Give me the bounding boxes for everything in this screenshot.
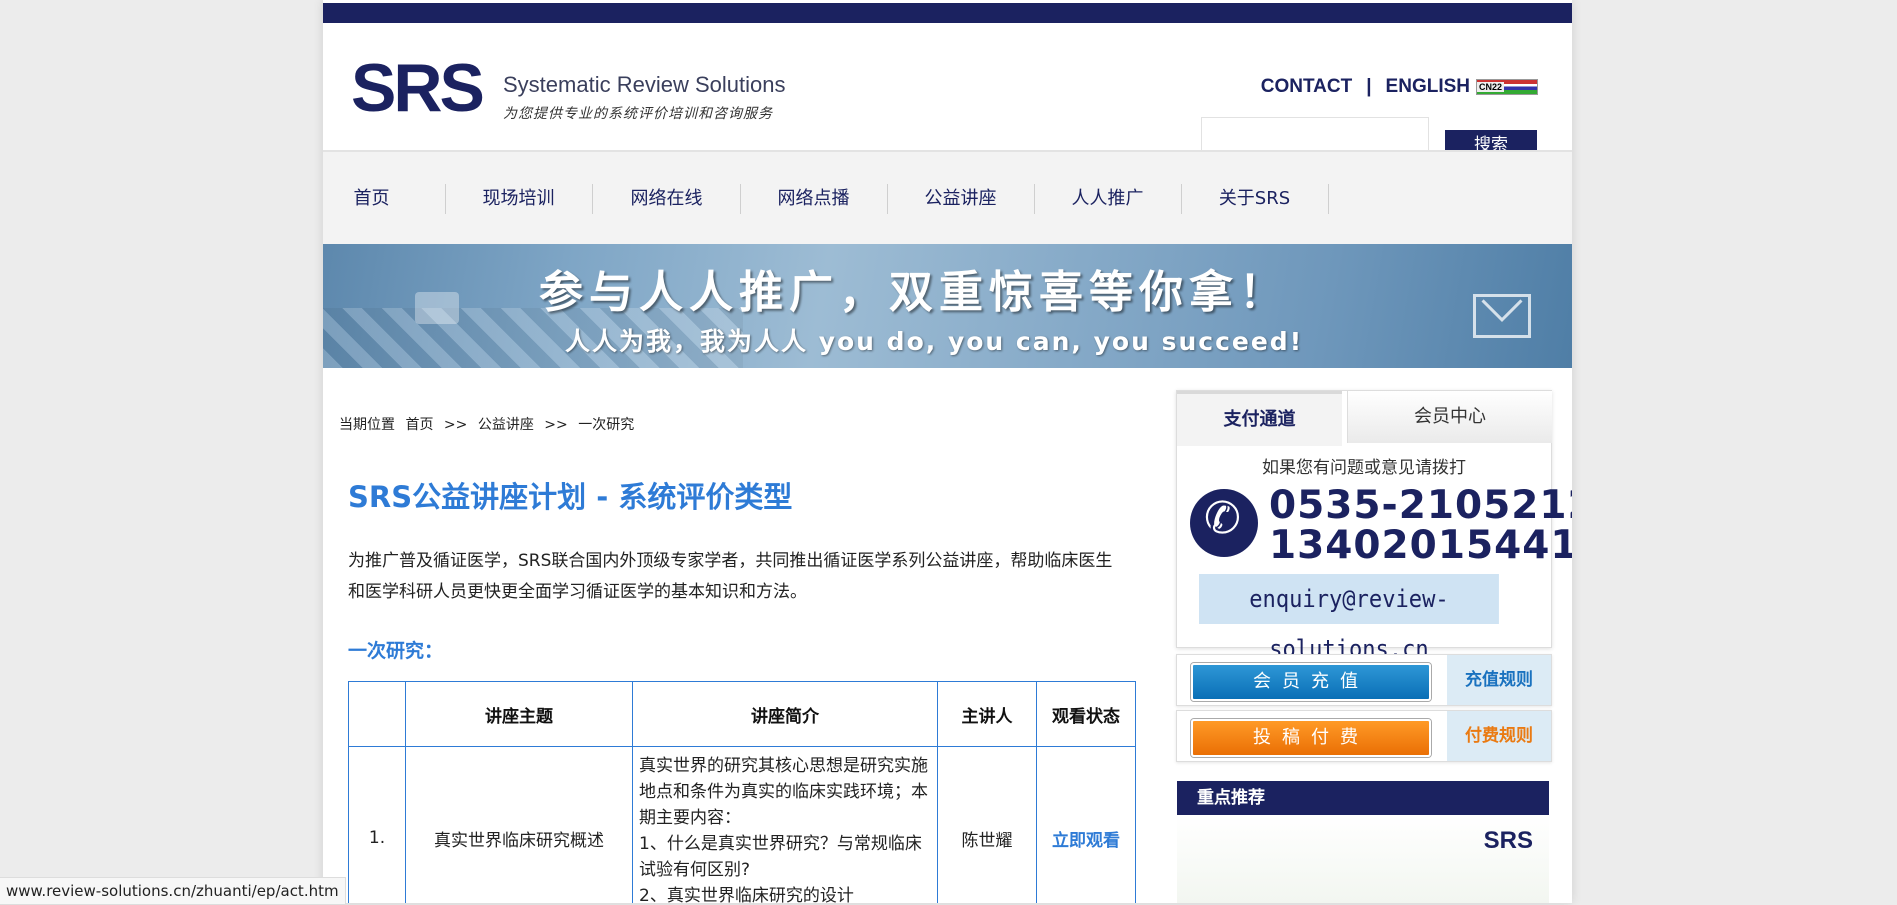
- row-topic: 真实世界临床研究概述: [405, 746, 633, 903]
- phone-number: 0535-2105212: [1269, 483, 1572, 528]
- pay-button[interactable]: 投稿付费: [1191, 719, 1431, 757]
- flag-text: CN22: [1477, 82, 1505, 92]
- lecture-table: 讲座主题 讲座简介 主讲人 观看状态 1. 真实世界临床研究概述 真实世界的研究…: [348, 681, 1136, 903]
- contact-note: 如果您有问题或意见请拨打: [1262, 458, 1466, 478]
- search-input[interactable]: [1201, 117, 1429, 150]
- table-header-row: 讲座主题 讲座简介 主讲人 观看状态: [348, 681, 1136, 747]
- tab-payment[interactable]: 支付通道: [1177, 391, 1342, 446]
- breadcrumb: 当期位置 首页 >> 公益讲座 >> 一次研究: [339, 414, 640, 434]
- table-header-num: [348, 681, 406, 747]
- banner-subline: 人人为我，我为人人 you do, you can, you succeed!: [565, 327, 1304, 356]
- pay-row: 投稿付费 付费规则: [1176, 710, 1552, 762]
- top-links-separator: |: [1366, 76, 1372, 97]
- breadcrumb-label: 当期位置: [339, 417, 395, 433]
- table-header-topic: 讲座主题: [405, 681, 633, 747]
- row-num: 1.: [348, 746, 406, 903]
- logo-mark: SRS: [351, 50, 485, 126]
- breadcrumb-home[interactable]: 首页: [405, 417, 433, 433]
- watch-now-link[interactable]: 立即观看: [1052, 831, 1120, 851]
- desc-line: 1、什么是真实世界研究？与常规临床试验有何区别?: [639, 834, 922, 880]
- table-row: 1. 真实世界临床研究概述 真实世界的研究其核心思想是研究实施地点和条件为真实的…: [348, 746, 1136, 903]
- section-title: 一次研究：: [348, 640, 444, 662]
- nav-item-home[interactable]: 首页: [323, 184, 446, 214]
- row-desc: 真实世界的研究其核心思想是研究实施地点和条件为真实的临床实践环境；本期主要内容：…: [632, 746, 938, 903]
- chat-icon: [415, 292, 459, 324]
- logo-slogan: 为您提供专业的系统评价培训和咨询服务: [503, 106, 773, 122]
- tab-member-center[interactable]: 会员中心: [1347, 391, 1552, 443]
- desc-line: 真实世界的研究其核心思想是研究实施地点和条件为真实的临床实践环境；本期主要内容：: [639, 756, 928, 828]
- recommend-panel[interactable]: SRS: [1177, 815, 1549, 903]
- pay-rule-link[interactable]: 付费规则: [1447, 711, 1551, 761]
- table-header-speaker: 主讲人: [937, 681, 1037, 747]
- desc-line: 2、真实世界临床研究的设计: [639, 886, 854, 903]
- table-header-desc: 讲座简介: [632, 681, 938, 747]
- main-nav: 首页 现场培训 网络在线 网络点播 公益讲座 人人推广 关于SRS: [323, 150, 1572, 245]
- email-address[interactable]: enquiry@review-solutions.cn: [1199, 574, 1499, 663]
- nav-item-onsite[interactable]: 现场培训: [445, 184, 593, 214]
- nav-item-lectures[interactable]: 公益讲座: [887, 184, 1035, 214]
- recharge-button[interactable]: 会员充值: [1191, 663, 1431, 701]
- phone-number: 13402015441: [1269, 523, 1572, 568]
- breadcrumb-current: 一次研究: [578, 417, 635, 433]
- intro-text: 为推广普及循证医学，SRS联合国内外顶级专家学者，共同推出循证医学系列公益讲座，…: [348, 551, 1113, 602]
- banner-headline: 参与人人推广，双重惊喜等你拿！: [539, 267, 1289, 318]
- nav-item-online[interactable]: 网络在线: [593, 184, 741, 214]
- top-links: CONTACT | ENGLISH CN22: [1261, 76, 1538, 98]
- logo-title: Systematic Review Solutions: [503, 72, 786, 97]
- flag-icon[interactable]: CN22: [1476, 79, 1538, 95]
- recharge-rule-link[interactable]: 充值规则: [1447, 655, 1551, 705]
- recommend-title: 重点推荐: [1177, 781, 1549, 815]
- breadcrumb-separator: >>: [544, 417, 568, 433]
- contact-link[interactable]: CONTACT: [1261, 76, 1352, 98]
- promo-banner[interactable]: 参与人人推广，双重惊喜等你拿！ 人人为我，我为人人 you do, you ca…: [323, 244, 1572, 368]
- mail-icon: [1473, 294, 1531, 338]
- page: SRS Systematic Review Solutions 为您提供专业的系…: [323, 0, 1572, 903]
- recharge-row: 会员充值 充值规则: [1176, 654, 1552, 706]
- status-bar-url: www.review-solutions.cn/zhuanti/ep/act.h…: [0, 877, 346, 905]
- recommend-logo: SRS: [1483, 827, 1533, 854]
- row-status: 立即观看: [1036, 746, 1136, 903]
- payment-box: 支付通道 会员中心 如果您有问题或意见请拨打 0535-2105212 1340…: [1176, 390, 1572, 663]
- nav-item-about[interactable]: 关于SRS: [1181, 184, 1329, 214]
- nav-item-vod[interactable]: 网络点播: [740, 184, 888, 214]
- table-header-status: 观看状态: [1036, 681, 1136, 747]
- site-logo[interactable]: SRS Systematic Review Solutions 为您提供专业的系…: [351, 52, 851, 127]
- nav-item-promotion[interactable]: 人人推广: [1034, 184, 1182, 214]
- breadcrumb-separator: >>: [443, 417, 468, 433]
- page-title: SRS公益讲座计划 - 系统评价类型: [348, 480, 793, 514]
- top-bar: [323, 3, 1572, 23]
- english-link[interactable]: ENGLISH: [1386, 76, 1470, 98]
- breadcrumb-section[interactable]: 公益讲座: [478, 417, 534, 433]
- row-speaker: 陈世耀: [937, 746, 1037, 903]
- phone-icon: [1190, 489, 1258, 557]
